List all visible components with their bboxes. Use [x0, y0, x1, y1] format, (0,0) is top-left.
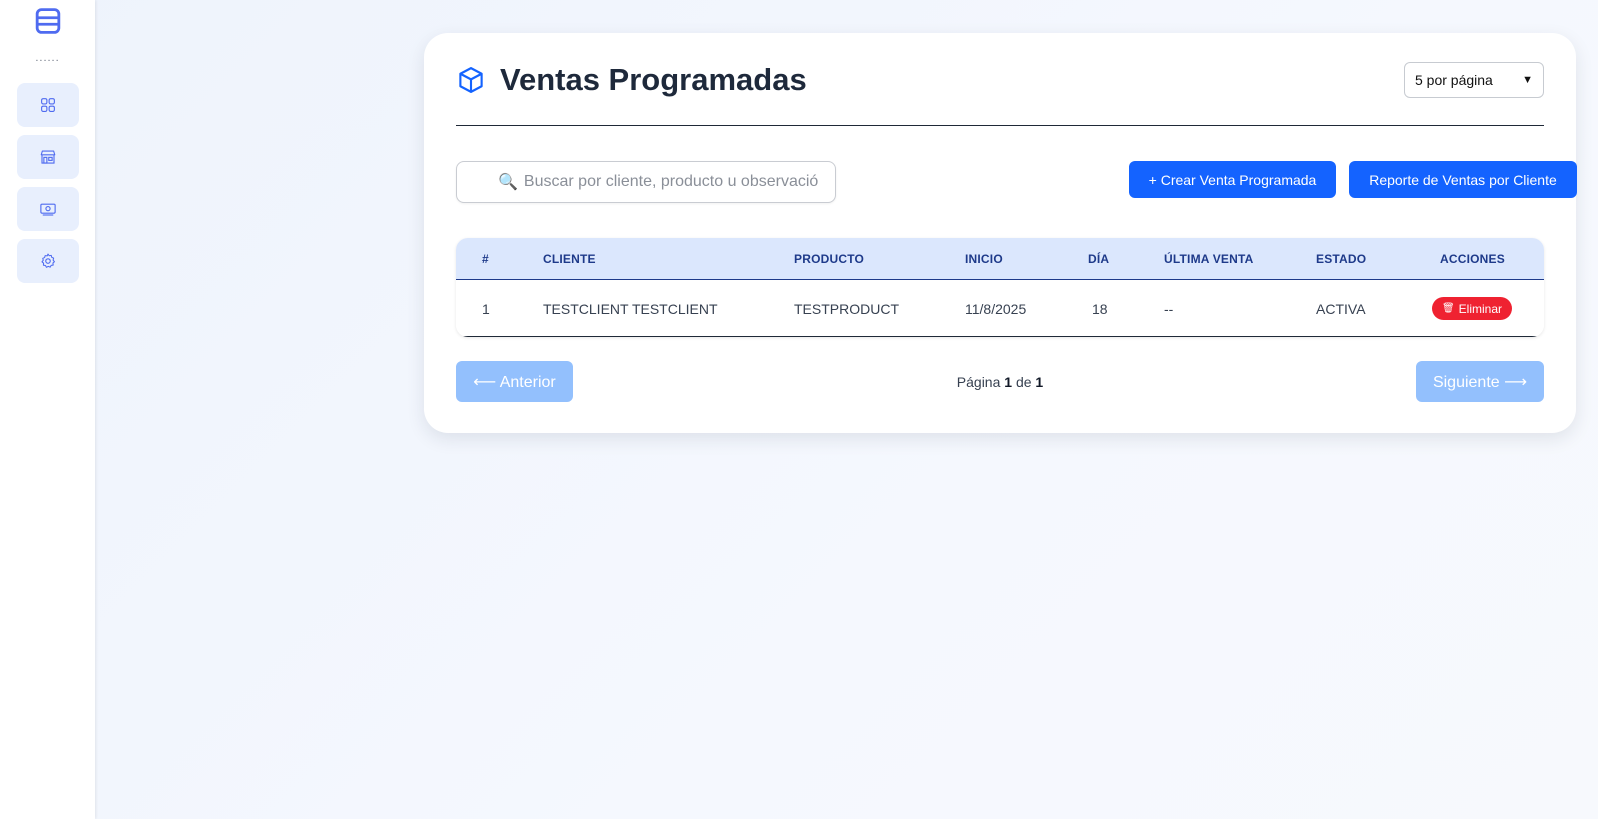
gear-icon — [40, 253, 55, 268]
cell-inicio: 11/8/2025 — [965, 301, 1027, 317]
of-word: de — [1015, 374, 1032, 390]
cell-estado: ACTIVA — [1316, 301, 1366, 317]
total-pages: 1 — [1035, 374, 1044, 390]
sidebar-item-dashboard[interactable] — [16, 83, 79, 127]
stack-layers-icon[interactable] — [35, 8, 61, 34]
next-page-button[interactable]: Siguiente ⟶ — [1416, 361, 1544, 402]
col-header-cliente: CLIENTE — [543, 252, 596, 266]
box-icon — [459, 67, 483, 93]
store-icon — [40, 150, 55, 164]
sidebar-dots: ...... — [35, 52, 60, 64]
pagination: ⟵ Anterior Página 1 de 1 Siguiente ⟶ — [456, 361, 1544, 402]
sales-report-button[interactable]: Reporte de Ventas por Cliente — [1349, 161, 1577, 198]
table-header: # CLIENTE PRODUCTO INICIO DÍA ÚLTIMA VEN… — [456, 238, 1544, 280]
grid-icon — [40, 98, 55, 112]
current-page: 1 — [1004, 374, 1013, 390]
cell-dia: 18 — [1092, 301, 1108, 317]
col-header-producto: PRODUCTO — [794, 252, 865, 266]
sidebar-item-settings[interactable] — [16, 239, 79, 283]
search-icon: 🔍 — [498, 174, 518, 191]
header-divider — [456, 125, 1544, 126]
sidebar-item-store[interactable] — [16, 135, 79, 179]
search-placeholder: Buscar por cliente, producto u observaci… — [523, 173, 819, 190]
sidebar: ...... — [0, 0, 95, 819]
scheduled-sales-card: Ventas Programadas 5 por página ▼ 🔍 Busc… — [424, 33, 1577, 433]
cell-cliente: TESTCLIENT TESTCLIENT — [543, 301, 718, 317]
col-header-estado: ESTADO — [1316, 252, 1367, 266]
create-scheduled-sale-button[interactable]: + Crear Venta Programada — [1129, 161, 1336, 198]
col-header-acciones: ACCIONES — [1440, 252, 1505, 266]
col-header-ultima-venta: ÚLTIMA VENTA — [1164, 252, 1254, 266]
card-header: Ventas Programadas 5 por página ▼ — [456, 61, 1544, 99]
trash-icon: 🗑 — [1441, 303, 1455, 314]
cell-ultima-venta: -- — [1164, 301, 1174, 317]
cell-producto: TESTPRODUCT — [794, 301, 899, 317]
sales-table: # CLIENTE PRODUCTO INICIO DÍA ÚLTIMA VEN… — [456, 238, 1544, 337]
sidebar-item-cash[interactable] — [16, 187, 79, 231]
table-row: 1 TESTCLIENT TESTCLIENT TESTPRODUCT 11/8… — [456, 280, 1544, 337]
col-header-num: # — [482, 252, 489, 266]
delete-label: Eliminar — [1458, 301, 1503, 316]
search-input[interactable]: 🔍 Buscar por cliente, producto u observa… — [456, 161, 836, 203]
toolbar: 🔍 Buscar por cliente, producto u observa… — [456, 161, 1577, 203]
page-indicator: Página 1 de 1 — [456, 374, 1544, 390]
title-wrap: Ventas Programadas — [456, 62, 807, 98]
per-page-select[interactable]: 5 por página ▼ — [1404, 62, 1544, 98]
cash-icon — [39, 203, 56, 216]
delete-button[interactable]: 🗑 Eliminar — [1432, 297, 1512, 320]
cell-num: 1 — [482, 301, 490, 317]
chevron-down-icon: ▼ — [1522, 74, 1533, 86]
col-header-inicio: INICIO — [965, 252, 1003, 266]
col-header-dia: DÍA — [1088, 252, 1110, 266]
page-title: Ventas Programadas — [500, 62, 807, 97]
per-page-value: 5 por página — [1415, 72, 1493, 88]
page-word: Página — [956, 374, 1001, 390]
